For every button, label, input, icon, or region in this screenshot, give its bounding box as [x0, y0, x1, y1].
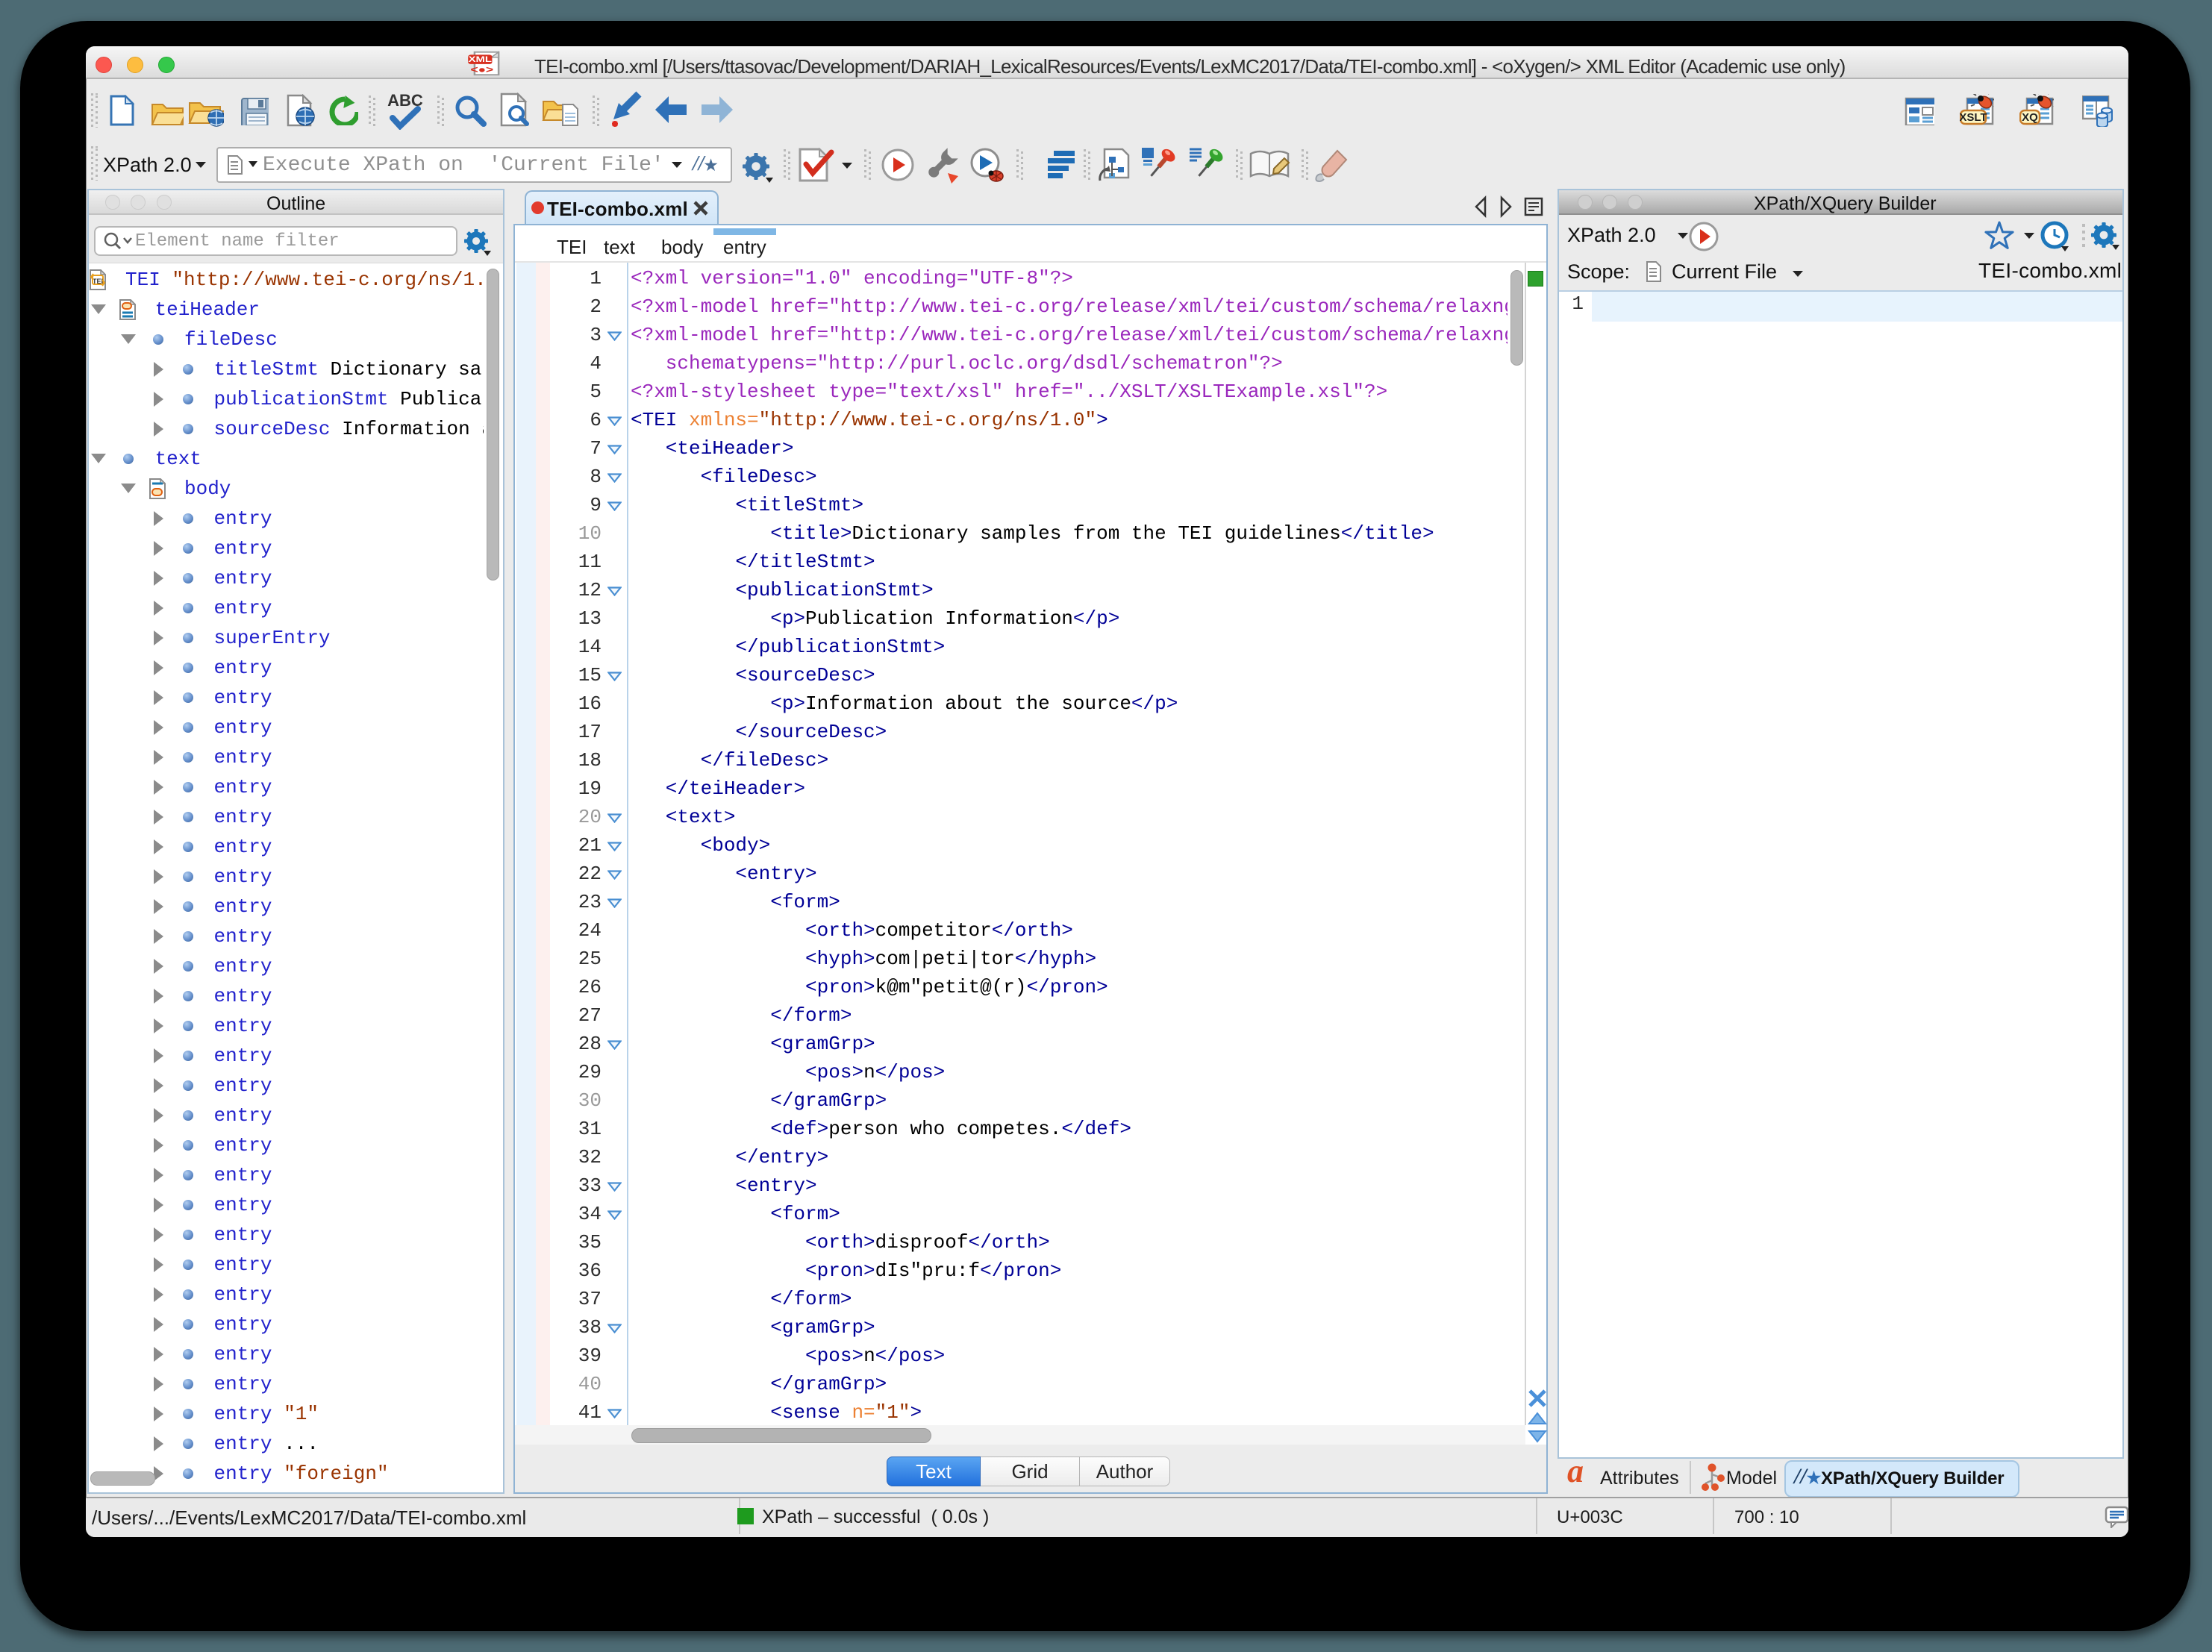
svg-text:XQ: XQ: [2022, 111, 2038, 124]
svg-text:XML: XML: [469, 54, 492, 63]
svg-text:<●>: <●>: [470, 65, 493, 75]
svg-text:XSLT: XSLT: [1960, 111, 1987, 124]
svg-text:TEI: TEI: [93, 278, 103, 285]
